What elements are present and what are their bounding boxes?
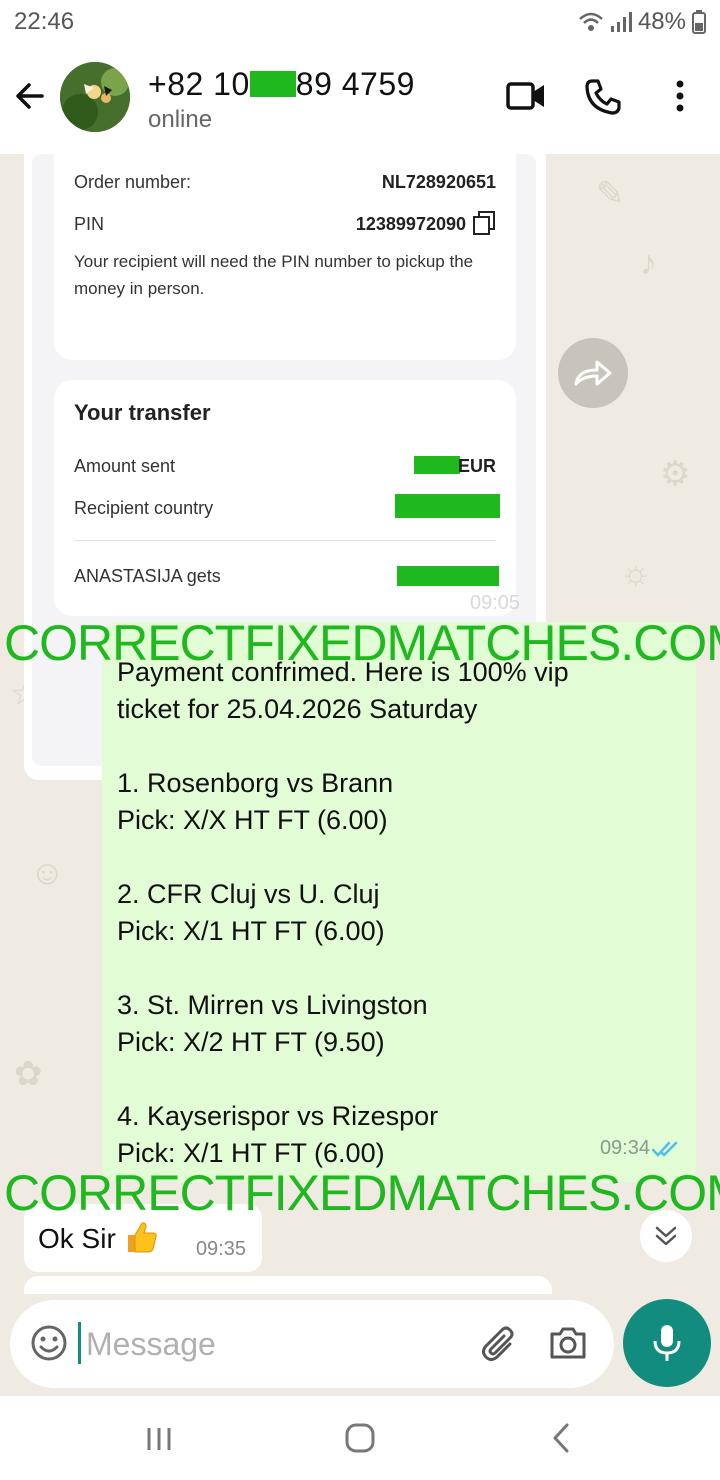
attach-icon[interactable] — [480, 1324, 518, 1364]
thumbs-up-icon — [127, 1222, 157, 1253]
message-input[interactable] — [84, 1318, 468, 1370]
transfer-title: Your transfer — [74, 400, 211, 425]
redaction-bar — [395, 494, 500, 518]
message-bubble-partial[interactable] — [24, 1276, 552, 1294]
pin-note: Your recipient will need the PIN number … — [74, 252, 474, 298]
text-cursor — [78, 1322, 81, 1364]
amount-sent-label: Amount sent — [74, 456, 176, 476]
system-nav-bar — [0, 1396, 720, 1480]
video-call-icon[interactable] — [506, 78, 546, 114]
amount-currency: EUR — [457, 456, 496, 476]
order-number-value: NL728920651 — [381, 172, 496, 192]
image-timestamp: 09:05 — [470, 592, 521, 614]
chevron-double-down-icon — [655, 1226, 677, 1246]
wifi-icon — [579, 12, 603, 31]
divider — [74, 540, 496, 541]
double-check-icon — [652, 1141, 678, 1157]
nav-back-icon[interactable] — [550, 1422, 572, 1454]
order-number-label: Order number: — [74, 172, 192, 192]
pin-value: 12389972090 — [355, 214, 466, 234]
more-options-icon[interactable] — [670, 78, 690, 114]
status-time: 22:46 — [14, 8, 75, 35]
recent-apps-icon[interactable] — [145, 1426, 173, 1452]
wallpaper-doodle: ☺ — [30, 854, 65, 892]
redaction-bar — [397, 566, 499, 586]
battery-level: 48% — [637, 8, 686, 35]
forward-button[interactable] — [558, 338, 628, 408]
chat-area[interactable]: ✎ ♪ ⚙ ☼ ☆ ☺ ✿ Order number: NL728920651 … — [0, 154, 720, 1294]
back-arrow-icon[interactable] — [14, 80, 46, 112]
contact-status: online — [148, 106, 213, 133]
battery-icon — [692, 10, 706, 34]
forward-icon — [574, 360, 612, 386]
wallpaper-doodle: ☼ — [620, 554, 652, 592]
message-time: 09:34 — [599, 1137, 650, 1159]
camera-icon[interactable] — [548, 1324, 588, 1362]
contact-name[interactable]: +82 10 89 4759 — [148, 66, 415, 103]
transfer-summary-card: Your transfer Amount sent EUR Recipient … — [54, 380, 516, 616]
pin-label: PIN — [74, 214, 105, 234]
redaction-bar — [414, 456, 460, 474]
message-text: Ok Sir — [38, 1220, 158, 1255]
mic-button[interactable] — [623, 1299, 711, 1387]
emoji-icon[interactable] — [30, 1324, 68, 1362]
mic-icon — [653, 1325, 681, 1361]
status-icons: 48% — [578, 8, 706, 36]
message-composer — [10, 1300, 614, 1388]
recipient-country-label: Recipient country — [74, 498, 214, 518]
message-time: 09:35 — [195, 1238, 246, 1260]
contact-name-start: +82 10 — [148, 66, 250, 102]
wallpaper-doodle: ✿ — [14, 1055, 43, 1093]
order-details-card: Order number: NL728920651 PIN 1238997209… — [54, 154, 516, 360]
copy-icon — [473, 211, 495, 235]
message-text: Payment confrimed. Here is 100% vip tick… — [117, 657, 569, 1168]
wallpaper-doodle: ♪ — [640, 244, 657, 282]
watermark-text: CORRECTFIXEDMATCHES.COM — [4, 1165, 720, 1221]
recipient-gets-label: ANASTASIJA gets — [74, 566, 221, 586]
message-text-content: Ok Sir — [38, 1223, 116, 1254]
phone-icon[interactable] — [584, 78, 622, 116]
home-icon[interactable] — [344, 1422, 376, 1454]
wallpaper-doodle: ⚙ — [660, 455, 691, 493]
signal-icon — [610, 12, 632, 32]
contact-name-end: 89 4759 — [295, 66, 415, 102]
wallpaper-doodle: ✎ — [596, 175, 625, 213]
chat-header: +82 10 89 4759 online — [0, 44, 720, 154]
avatar[interactable] — [60, 62, 130, 132]
outgoing-message-bubble[interactable]: Payment confrimed. Here is 100% vip tick… — [102, 622, 696, 1182]
watermark-text: CORRECTFIXEDMATCHES.COM — [4, 615, 720, 671]
status-bar: 22:46 48% — [0, 0, 720, 44]
redaction-bar — [249, 71, 296, 97]
